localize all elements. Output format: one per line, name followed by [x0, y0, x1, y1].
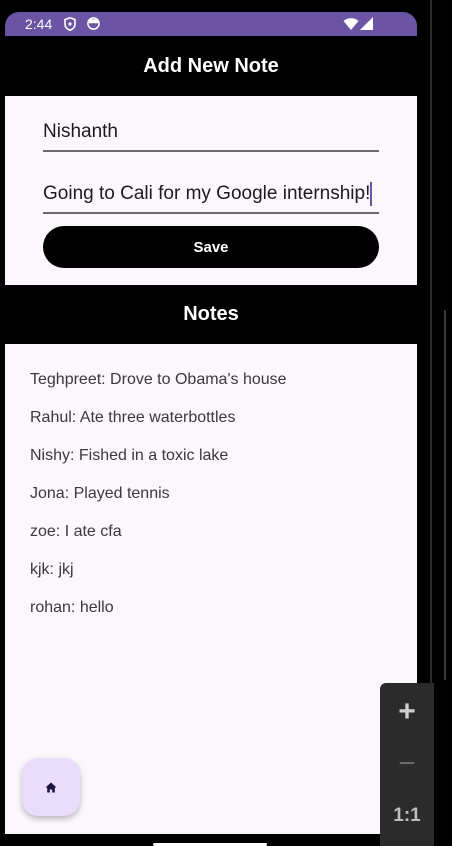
list-item: Teghpreet: Drove to Obama's house	[30, 371, 287, 388]
list-item: rohan: hello	[30, 599, 114, 616]
text-caret	[370, 181, 373, 206]
list-item: Nishy: Fished in a toxic lake	[30, 447, 229, 464]
signal-icon	[360, 17, 373, 30]
home-button[interactable]	[22, 758, 80, 816]
status-time: 2:44	[25, 16, 53, 32]
list-item: Rahul: Ate three waterbottles	[30, 409, 236, 426]
zoom-out-button[interactable]: −	[380, 739, 434, 789]
status-bar: 2:44	[5, 12, 417, 36]
notes-section-title: Notes	[183, 303, 239, 325]
list-item: kjk: jkj	[30, 561, 74, 578]
zoom-in-button[interactable]: +	[380, 687, 434, 737]
face-icon	[87, 17, 100, 30]
note-input[interactable]: Going to Cali for my Google internship!	[43, 176, 379, 214]
list-item: Jona: Played tennis	[30, 485, 170, 502]
phone-screen: 2:44 Add New Note Nishanth Going to Cali…	[5, 12, 417, 834]
save-button[interactable]: Save	[43, 226, 379, 268]
wifi-icon	[343, 18, 359, 30]
shield-icon	[64, 17, 76, 31]
name-input-value: Nishanth	[43, 121, 118, 142]
device-side-button	[444, 310, 446, 680]
home-icon	[45, 782, 57, 792]
note-list: Teghpreet: Drove to Obama's house Rahul:…	[30, 368, 287, 634]
page-title: Add New Note	[143, 54, 279, 77]
name-input[interactable]: Nishanth	[43, 114, 379, 152]
note-input-value: Going to Cali for my Google internship!	[43, 183, 371, 204]
zoom-controls: + − 1:1	[380, 683, 434, 846]
zoom-reset-button[interactable]: 1:1	[380, 791, 434, 841]
list-item: zoe: I ate cfa	[30, 523, 122, 540]
